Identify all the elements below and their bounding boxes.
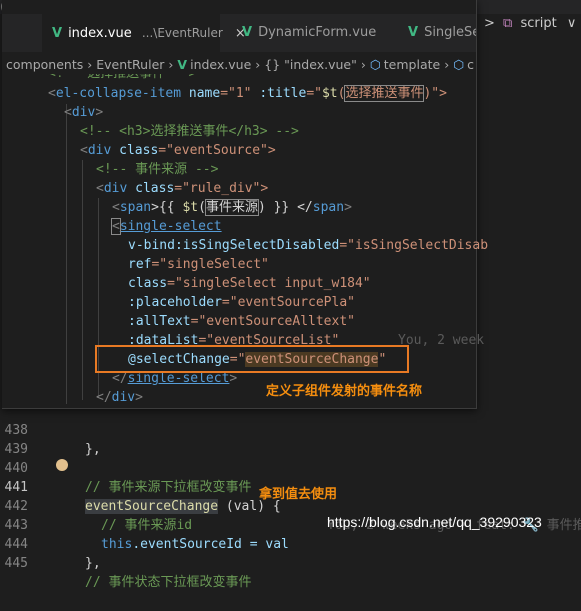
code-line-439: 439 <box>4 442 28 457</box>
code-line: <span>{{ $t(事件来源) }} </span> <box>112 199 352 216</box>
code-line: </div> <box>96 390 143 405</box>
code-line-441: 441 eventSourceChange (val) { You, 2 wee… <box>0 459 581 533</box>
breadcrumb-item[interactable]: components <box>6 57 83 72</box>
git-blame: You, 2 week <box>398 333 485 348</box>
highlight-box <box>95 345 409 373</box>
code-comment: <!-- <h3>选择推送事件</h3> --> <box>80 124 299 139</box>
vue-icon: V <box>242 25 253 40</box>
breadcrumb-item[interactable]: EventRuler <box>96 57 164 72</box>
vue-icon: V <box>52 26 63 41</box>
bracket-icon: ⧉ <box>503 16 513 31</box>
code-line-445: 445 // 事件状态下拉框改变事件 <box>4 556 252 590</box>
code-line: ref="singleSelect" <box>128 257 269 272</box>
watermark: https://blog.csdn.net/qq_39290323 <box>327 514 542 530</box>
code-comment: <!-- 事件来源 --> <box>96 162 219 177</box>
code-line: :allText="eventSourceAlltext" <box>128 314 355 329</box>
code-line-440: 440 // 事件来源下拉框改变事件 <box>4 461 252 495</box>
code-line: <div class="eventSource"> <box>80 143 276 158</box>
tab-singleselect[interactable]: VSingleSele <box>398 14 476 52</box>
chevron-right-icon: > <box>484 16 495 31</box>
vue-icon: V <box>177 57 188 72</box>
chevron-right-icon: › <box>168 57 174 72</box>
chevron-right-icon: › <box>360 57 366 72</box>
cube-icon: ⬡ <box>369 57 381 72</box>
code-line: <div> <box>64 105 104 120</box>
breadcrumb-item[interactable]: index.vue <box>190 57 251 72</box>
tab-dynamicform-vue[interactable]: V DynamicForm.vue <box>228 14 398 52</box>
indent-guide <box>82 160 83 400</box>
code-line: v-bind:isSingSelectDisabled="isSingSelec… <box>128 238 489 253</box>
outline-chip[interactable]: > ⧉ script ∨ <box>484 14 576 34</box>
code-line-443: 443 this.eventSourceId = val <box>4 518 289 552</box>
annotation-get-value: 拿到值去使用 <box>259 487 338 502</box>
code-line: <div class="rule_div"> <box>96 181 269 196</box>
chevron-down-icon: ∨ <box>566 16 577 31</box>
code-line: <single-select <box>111 218 222 235</box>
chevron-right-icon: › <box>444 57 450 72</box>
vue-icon: V <box>408 25 419 40</box>
indent-guide <box>66 104 67 404</box>
chevron-right-icon: › <box>87 57 93 72</box>
code-line: <el-collapse-item name="1" :title="$t(选择… <box>48 85 447 102</box>
breadcrumb-item[interactable]: c <box>467 57 474 72</box>
breadcrumb-item[interactable]: {} "index.vue" <box>264 57 357 72</box>
cube-icon: ⬡ <box>453 57 465 72</box>
tab-bar: Vindex.vue ...\EventRuler × V DynamicForm… <box>2 14 476 52</box>
code-line: class="singleSelect input_w184" <box>128 276 371 291</box>
chevron-right-icon: › <box>255 57 261 72</box>
code-line-444: 444 }, <box>4 537 101 571</box>
tab-index-vue[interactable]: Vindex.vue ...\EventRuler × <box>42 14 246 52</box>
code-line-442: 442 // 事件来源id <box>4 499 193 533</box>
annotation-event-name: 定义子组件发射的事件名称 <box>266 384 423 399</box>
code-line: :placeholder="eventSourcePla" <box>128 295 355 310</box>
lightbulb-icon[interactable] <box>56 459 68 471</box>
breadcrumb-item[interactable]: template <box>384 57 440 72</box>
